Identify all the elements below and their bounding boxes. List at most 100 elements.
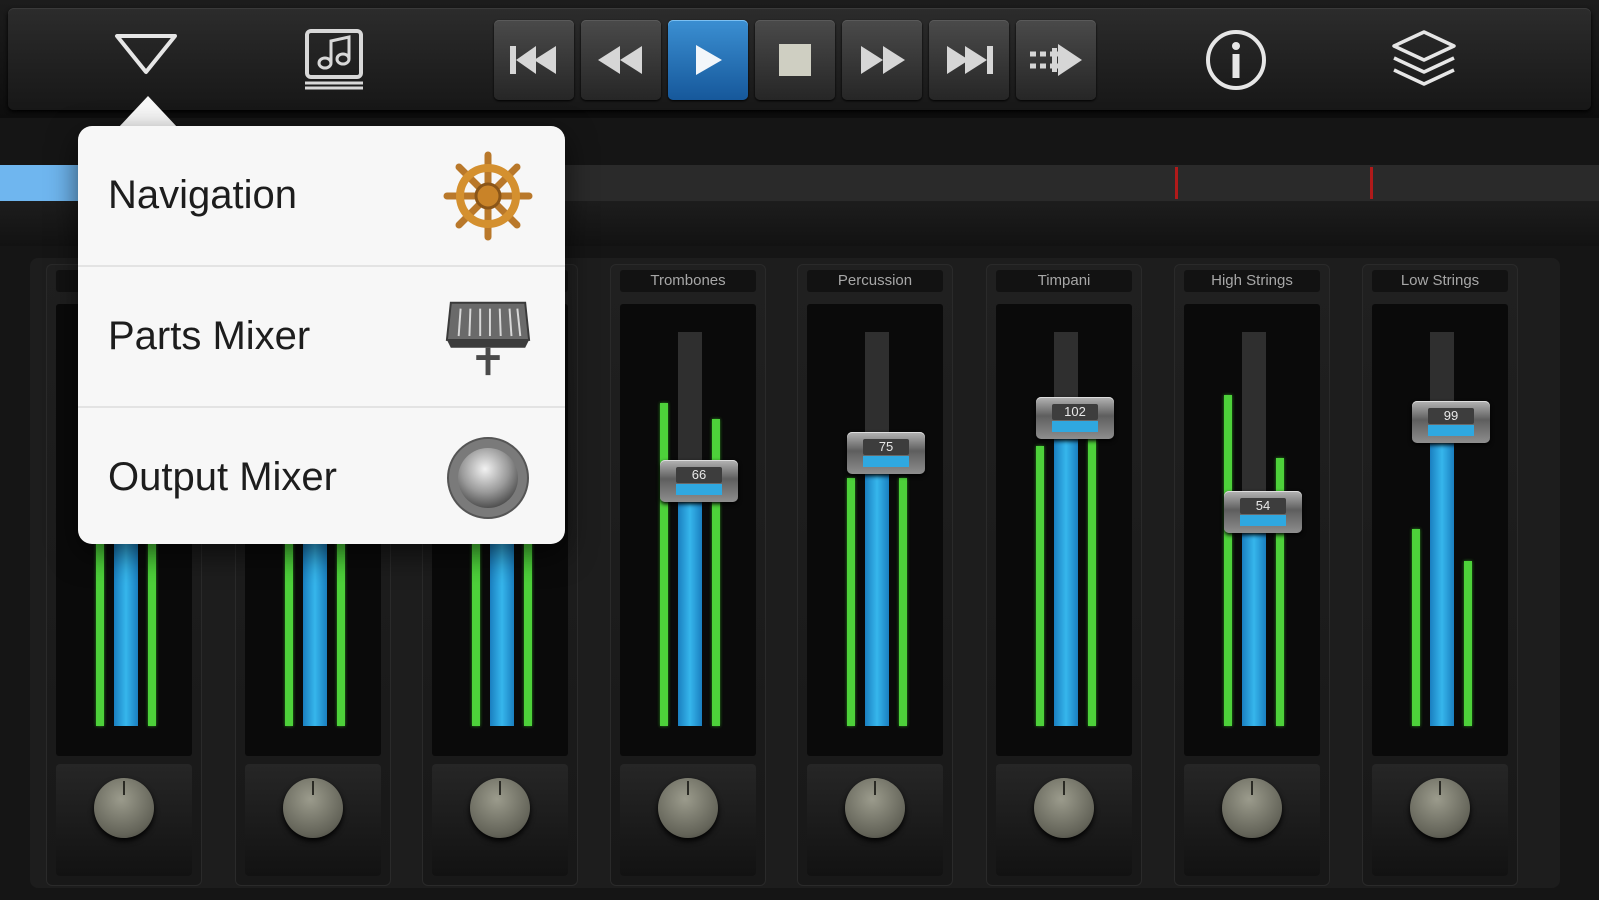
fader-value: 99 (1428, 408, 1474, 424)
rewind-icon (598, 46, 642, 74)
level-meter-left (847, 478, 855, 726)
pan-area (245, 764, 381, 876)
fader-level (1242, 505, 1266, 726)
pan-area (807, 764, 943, 876)
fast-forward-button[interactable] (842, 20, 922, 100)
tempo-arrow-icon (1030, 44, 1082, 76)
channel-label: Percussion (807, 270, 943, 292)
level-meter-right (1464, 561, 1472, 726)
pan-area (432, 764, 568, 876)
fader-thumb-window (1428, 425, 1474, 436)
skip-to-end-button[interactable] (929, 20, 1009, 100)
fader-thumb-window (863, 456, 909, 467)
pan-area (1372, 764, 1508, 876)
channel-label: High Strings (1184, 270, 1320, 292)
music-note-icon[interactable] (298, 22, 370, 94)
top-toolbar (0, 0, 1599, 118)
skip-to-start-button[interactable] (494, 20, 574, 100)
channel-label: Trombones (620, 270, 756, 292)
pan-knob-indicator (1251, 781, 1253, 795)
fader-thumb[interactable]: 66 (660, 460, 738, 502)
level-meter-left (660, 403, 668, 726)
fader-thumb-window (1240, 515, 1286, 526)
fader-level (1430, 415, 1454, 726)
timeline-marker[interactable] (1370, 167, 1373, 199)
fader-value: 102 (1052, 404, 1098, 420)
mixer-desk-icon (443, 292, 533, 382)
pan-knob-indicator (123, 781, 125, 795)
tempo-button[interactable] (1016, 20, 1096, 100)
pan-knob-indicator (499, 781, 501, 795)
stop-button[interactable] (755, 20, 835, 100)
pan-knob[interactable] (658, 778, 718, 838)
pan-knob[interactable] (94, 778, 154, 838)
menu-item-navigation[interactable]: Navigation (78, 126, 565, 267)
level-meter-left (1224, 395, 1232, 726)
menu-item-label: Navigation (108, 173, 298, 217)
fader-well: 102 (996, 304, 1132, 756)
level-meter-left (1036, 446, 1044, 726)
fader-well: 66 (620, 304, 756, 756)
pan-knob[interactable] (1222, 778, 1282, 838)
skip-end-icon (947, 46, 993, 74)
fader-thumb[interactable]: 99 (1412, 401, 1490, 443)
menu-item-label: Parts Mixer (108, 314, 311, 358)
popover-arrow (118, 96, 178, 128)
pan-area (1184, 764, 1320, 876)
pan-area (56, 764, 192, 876)
pan-knob[interactable] (470, 778, 530, 838)
stop-icon (779, 44, 811, 76)
fader-thumb[interactable]: 75 (847, 432, 925, 474)
mixer-channel: Timpani 102 (986, 264, 1142, 886)
channel-label: Low Strings (1372, 270, 1508, 292)
pan-knob-indicator (312, 781, 314, 795)
timeline-progress (0, 165, 80, 201)
pan-area (996, 764, 1132, 876)
fader-level (865, 446, 889, 726)
menu-item-output-mixer[interactable]: Output Mixer (78, 408, 565, 544)
menu-item-parts-mixer[interactable]: Parts Mixer (78, 267, 565, 408)
menu-item-label: Output Mixer (108, 455, 337, 499)
play-icon (696, 45, 722, 75)
rewind-button[interactable] (581, 20, 661, 100)
fader-thumb[interactable]: 102 (1036, 397, 1114, 439)
transport-controls (494, 20, 1096, 100)
fader-well: 75 (807, 304, 943, 756)
pan-knob-indicator (687, 781, 689, 795)
fader-value: 66 (676, 467, 722, 483)
triangle-down-icon[interactable] (110, 26, 182, 82)
pan-knob-indicator (874, 781, 876, 795)
fader-well: 54 (1184, 304, 1320, 756)
mixer-channel: Trombones 66 (610, 264, 766, 886)
fast-forward-icon (861, 46, 905, 74)
fader-level (1054, 411, 1078, 726)
fader-thumb[interactable]: 54 (1224, 491, 1302, 533)
pan-knob[interactable] (1034, 778, 1094, 838)
pan-knob[interactable] (845, 778, 905, 838)
layers-icon[interactable] (1388, 24, 1460, 96)
pan-knob[interactable] (1410, 778, 1470, 838)
play-button[interactable] (668, 20, 748, 100)
ship-wheel-icon (443, 151, 533, 241)
mixer-channel: High Strings 54 (1174, 264, 1330, 886)
fader-level (678, 474, 702, 726)
skip-start-icon (510, 46, 556, 74)
channel-label: Timpani (996, 270, 1132, 292)
pan-area (620, 764, 756, 876)
info-icon[interactable] (1200, 24, 1272, 96)
fader-thumb-window (1052, 421, 1098, 432)
timeline-marker[interactable] (1175, 167, 1178, 199)
pan-knob[interactable] (283, 778, 343, 838)
mixer-channel: Low Strings 99 (1362, 264, 1518, 886)
level-meter-right (899, 478, 907, 726)
fader-thumb-window (676, 484, 722, 495)
pan-knob-indicator (1063, 781, 1065, 795)
menu-popover: Navigation Parts Mixer Output Mixer (78, 126, 565, 544)
fader-value: 54 (1240, 498, 1286, 514)
fader-well: 99 (1372, 304, 1508, 756)
level-meter-left (1412, 529, 1420, 726)
mixer-channel: Percussion 75 (797, 264, 953, 886)
knob-icon (443, 433, 533, 523)
pan-knob-indicator (1439, 781, 1441, 795)
fader-value: 75 (863, 439, 909, 455)
